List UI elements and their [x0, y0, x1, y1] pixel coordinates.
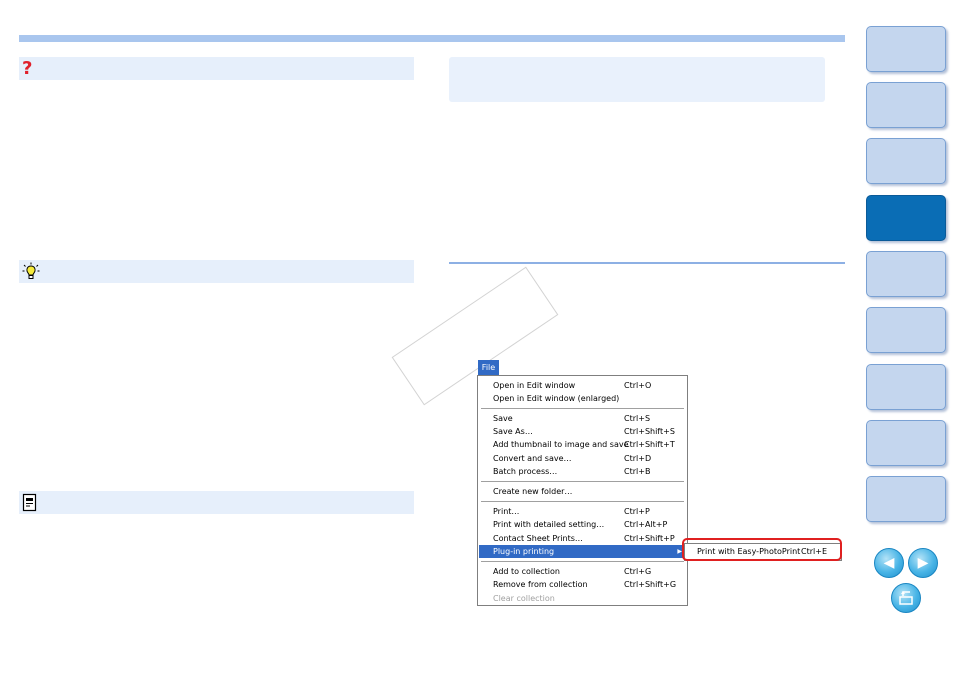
menu-item-contact-sheet[interactable]: Contact Sheet Prints… Ctrl+Shift+P: [479, 532, 686, 545]
menu-separator: [481, 501, 684, 503]
nav-tab-4-active[interactable]: [866, 195, 946, 241]
tip-strip: [19, 260, 414, 283]
menu-item-label: Print with detailed setting…: [493, 520, 605, 529]
nav-tab-5[interactable]: [866, 251, 946, 297]
lightbulb-icon: [22, 262, 40, 281]
arrow-right-icon: ▶: [917, 555, 929, 571]
menu-item-label: Clear collection: [493, 594, 555, 603]
menu-item-shortcut: Ctrl+Shift+S: [624, 427, 675, 436]
menu-item-label: Add to collection: [493, 567, 560, 576]
menu-separator: [481, 481, 684, 483]
return-icon: [899, 591, 913, 605]
menu-item-shortcut: Ctrl+Shift+P: [624, 534, 675, 543]
menu-item-label: Print…: [493, 507, 520, 516]
section-divider: [449, 262, 845, 264]
note-box: [449, 57, 825, 102]
menu-item-label: Create new folder…: [493, 487, 573, 496]
menu-item-add-collection[interactable]: Add to collection Ctrl+G: [479, 565, 686, 578]
prev-page-button[interactable]: ◀: [874, 548, 904, 578]
menu-item-shortcut: Ctrl+P: [624, 507, 650, 516]
menu-item-save-as[interactable]: Save As… Ctrl+Shift+S: [479, 425, 686, 438]
menu-item-label: Contact Sheet Prints…: [493, 534, 583, 543]
menu-item-batch-process[interactable]: Batch process… Ctrl+B: [479, 465, 686, 478]
menu-item-print[interactable]: Print… Ctrl+P: [479, 505, 686, 518]
menu-item-open-edit-enlarged[interactable]: Open in Edit window (enlarged): [479, 392, 686, 405]
menu-item-label: Open in Edit window (enlarged): [493, 394, 620, 403]
question-icon: ?: [22, 58, 33, 79]
menu-item-plugin-printing[interactable]: Plug-in printing ▶: [479, 545, 686, 558]
menu-separator: [481, 561, 684, 563]
file-menu: Open in Edit window Ctrl+O Open in Edit w…: [477, 375, 688, 606]
menu-item-label: Save: [493, 414, 513, 423]
menu-item-shortcut: Ctrl+S: [624, 414, 651, 423]
nav-tab-1[interactable]: [866, 26, 946, 72]
highlight-frame: [682, 538, 842, 561]
menu-item-add-thumbnail[interactable]: Add thumbnail to image and save Ctrl+Shif…: [479, 438, 686, 451]
troubleshoot-strip: ?: [19, 57, 414, 80]
menu-item-shortcut: Ctrl+D: [624, 454, 652, 463]
memo-strip: [19, 491, 414, 514]
next-page-button[interactable]: ▶: [908, 548, 938, 578]
menu-item-create-folder[interactable]: Create new folder…: [479, 485, 686, 498]
menu-item-open-edit[interactable]: Open in Edit window Ctrl+O: [479, 379, 686, 392]
menu-item-save[interactable]: Save Ctrl+S: [479, 412, 686, 425]
nav-tab-6[interactable]: [866, 307, 946, 353]
menu-item-label: Batch process…: [493, 467, 558, 476]
menu-item-label: Convert and save…: [493, 454, 572, 463]
nav-tab-9[interactable]: [866, 476, 946, 522]
file-menu-title[interactable]: File: [478, 360, 499, 375]
menu-item-shortcut: Ctrl+Alt+P: [624, 520, 668, 529]
nav-tab-3[interactable]: [866, 138, 946, 184]
menu-item-shortcut: Ctrl+Shift+G: [624, 580, 677, 589]
nav-tab-8[interactable]: [866, 420, 946, 466]
arrow-left-icon: ◀: [883, 555, 895, 571]
menu-separator: [481, 408, 684, 410]
return-page-button[interactable]: [891, 583, 921, 613]
menu-item-shortcut: Ctrl+G: [624, 567, 652, 576]
menu-item-shortcut: Ctrl+O: [624, 381, 652, 390]
menu-item-clear-collection: Clear collection: [479, 592, 686, 605]
nav-tab-7[interactable]: [866, 364, 946, 410]
menu-item-label: Open in Edit window: [493, 381, 576, 390]
nav-tab-2[interactable]: [866, 82, 946, 128]
menu-item-convert-save[interactable]: Convert and save… Ctrl+D: [479, 452, 686, 465]
menu-item-print-detailed[interactable]: Print with detailed setting… Ctrl+Alt+P: [479, 518, 686, 531]
menu-item-label: Remove from collection: [493, 580, 588, 589]
memo-icon: [22, 493, 40, 512]
menu-item-remove-collection[interactable]: Remove from collection Ctrl+Shift+G: [479, 578, 686, 591]
menu-item-label: Plug-in printing: [493, 547, 555, 556]
menu-item-shortcut: Ctrl+B: [624, 467, 651, 476]
menu-item-shortcut: Ctrl+Shift+T: [624, 440, 675, 449]
menu-item-label: Save As…: [493, 427, 533, 436]
menu-item-label: Add thumbnail to image and save: [493, 440, 629, 449]
header-bar: [19, 35, 845, 42]
